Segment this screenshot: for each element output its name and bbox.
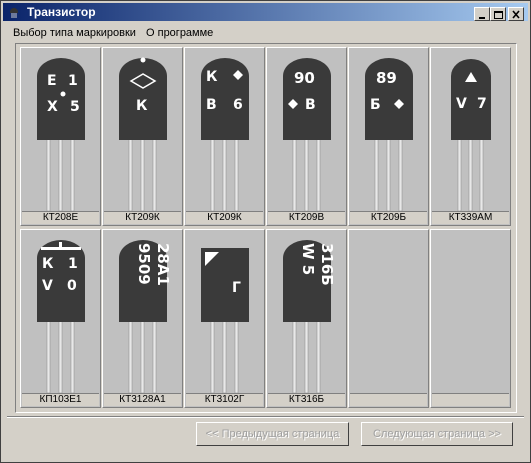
marking-line: Х [47,99,58,115]
close-button[interactable] [508,7,524,21]
transistor-label: КТ209Б [350,211,427,224]
transistor-image: 89 Б [365,58,413,211]
transistor-cell[interactable]: К КТ209К [102,47,183,226]
empty-cell [430,229,511,408]
marking-line: V [42,278,53,294]
transistor-cell[interactable]: 89 Б КТ209Б [348,47,429,226]
marking-line: 7 [477,96,487,112]
transistor-label: КТ3102Г [186,393,263,406]
marking-line: Б [370,97,381,113]
empty-label [350,393,427,406]
transistor-app-icon [10,8,18,18]
next-page-button[interactable]: Следующая страница >> [361,422,513,446]
title-bar: Транзистор [3,3,528,21]
marking-line: 1 [68,73,78,89]
transistor-cell[interactable]: К 1 V 0 КП103Е1 [20,229,101,408]
marking-line: 6 [233,97,243,113]
transistor-grid: Е 1 Х 5 КТ208Е К КТ209К К В 6 КТ209К 90 … [15,43,517,413]
transistor-image: Г [201,248,249,393]
transistor-label: КТ208Е [22,211,99,224]
marking-line: 90 [294,69,315,87]
menu-marking-type[interactable]: Выбор типа маркировки [13,27,136,40]
transistor-image: К В 6 [201,58,249,211]
marking-line: V [456,96,467,112]
close-icon [512,10,520,19]
transistor-label: КП103Е1 [22,393,99,406]
transistor-label: КТ209К [104,211,181,224]
empty-label [432,393,509,406]
transistor-cell[interactable]: К В 6 КТ209К [184,47,265,226]
transistor-label: КТ339АМ [432,211,509,224]
transistor-label: КТ209К [186,211,263,224]
marking-line: Е [47,73,57,89]
transistor-label: КТ209В [268,211,345,224]
transistor-image: 90 В [283,58,331,211]
marking-line: К [42,256,54,272]
marking-line: В [305,97,316,113]
empty-cell [348,229,429,408]
window-title: Транзистор [27,5,96,19]
transistor-cell[interactable]: Е 1 Х 5 КТ208Е [20,47,101,226]
marking-line: К [136,98,148,114]
transistor-label: КТ3128А1 [104,393,181,406]
separator [7,416,524,418]
transistor-image: 28А1 9509 [119,240,172,393]
minimize-icon [479,17,485,19]
transistor-cell[interactable]: Г КТ3102Г [184,229,265,408]
transistor-label: КТ316Б [268,393,345,406]
marking-line: 1 [68,256,78,272]
transistor-image: V 7 [451,59,491,211]
transistor-image: Е 1 Х 5 [37,58,85,211]
marking-line: К [206,69,218,85]
marking-line: В [206,97,217,113]
menu-about[interactable]: О программе [146,27,213,40]
marking-line: 316Б [318,243,336,286]
marking-line: 28А1 [154,243,172,286]
maximize-icon [494,11,503,19]
menu-bar: Выбор типа маркировки О программе [3,23,528,43]
transistor-image: 316Б W 5 [283,240,336,393]
transistor-cell[interactable]: 90 В КТ209В [266,47,347,226]
minimize-button[interactable] [474,7,490,21]
app-window: Транзистор Выбор типа маркировки О прогр… [0,0,531,463]
transistor-cell[interactable]: V 7 КТ339АМ [430,47,511,226]
marking-line: 0 [67,278,77,294]
transistor-cell[interactable]: 28А1 9509 КТ3128А1 [102,229,183,408]
dot-marker-icon [140,57,146,63]
marking-line: 9509 [135,243,153,285]
transistor-cell[interactable]: 316Б W 5 КТ316Б [266,229,347,408]
transistor-image: К [119,57,167,211]
marking-line: W 5 [299,243,317,275]
maximize-button[interactable] [490,7,506,21]
marking-line: 89 [376,69,397,87]
transistor-image: К 1 V 0 [37,240,85,393]
marking-line: Г [232,280,241,296]
prev-page-button[interactable]: << Предыдущая страница [196,422,349,446]
marking-line: 5 [70,99,80,115]
